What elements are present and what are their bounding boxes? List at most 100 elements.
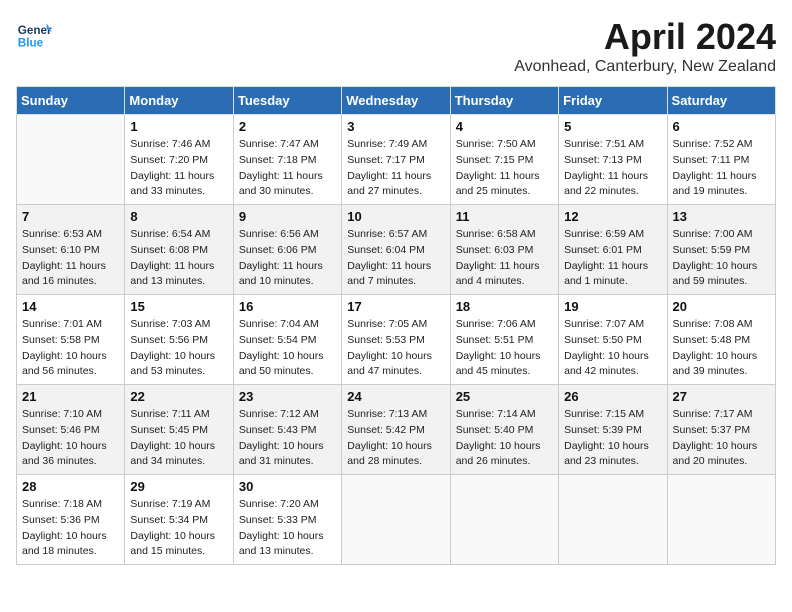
day-number: 6: [673, 119, 770, 134]
calendar-week-row: 28Sunrise: 7:18 AM Sunset: 5:36 PM Dayli…: [17, 475, 776, 565]
location-title: Avonhead, Canterbury, New Zealand: [514, 58, 776, 76]
day-number: 28: [22, 479, 119, 494]
day-number: 8: [130, 209, 227, 224]
month-title: April 2024: [514, 16, 776, 58]
day-info: Sunrise: 7:20 AM Sunset: 5:33 PM Dayligh…: [239, 497, 336, 560]
day-info: Sunrise: 7:10 AM Sunset: 5:46 PM Dayligh…: [22, 407, 119, 470]
day-info: Sunrise: 6:54 AM Sunset: 6:08 PM Dayligh…: [130, 227, 227, 290]
day-number: 16: [239, 299, 336, 314]
day-info: Sunrise: 7:50 AM Sunset: 7:15 PM Dayligh…: [456, 137, 553, 200]
day-info: Sunrise: 7:51 AM Sunset: 7:13 PM Dayligh…: [564, 137, 661, 200]
logo: General Blue: [16, 16, 52, 52]
calendar-day-cell: 1 Sunrise: 7:46 AM Sunset: 7:20 PM Daylig…: [125, 115, 233, 205]
day-number: 12: [564, 209, 661, 224]
calendar-day-cell: 16 Sunrise: 7:04 AM Sunset: 5:54 PM Dayli…: [233, 295, 341, 385]
calendar-day-cell: 18 Sunrise: 7:06 AM Sunset: 5:51 PM Dayli…: [450, 295, 558, 385]
day-number: 20: [673, 299, 770, 314]
day-number: 21: [22, 389, 119, 404]
day-number: 26: [564, 389, 661, 404]
calendar-day-cell: 29Sunrise: 7:19 AM Sunset: 5:34 PM Dayli…: [125, 475, 233, 565]
calendar-day-cell: 17Sunrise: 7:05 AM Sunset: 5:53 PM Dayli…: [342, 295, 450, 385]
logo-icon: General Blue: [16, 16, 52, 52]
day-info: Sunrise: 7:46 AM Sunset: 7:20 PM Dayligh…: [130, 137, 227, 200]
calendar-day-cell: [450, 475, 558, 565]
day-info: Sunrise: 7:14 AM Sunset: 5:40 PM Dayligh…: [456, 407, 553, 470]
day-number: 3: [347, 119, 444, 134]
title-section: April 2024 Avonhead, Canterbury, New Zea…: [514, 16, 776, 76]
day-number: 2: [239, 119, 336, 134]
calendar-week-row: 1 Sunrise: 7:46 AM Sunset: 7:20 PM Daylig…: [17, 115, 776, 205]
day-number: 22: [130, 389, 227, 404]
calendar-day-cell: 14Sunrise: 7:01 AM Sunset: 5:58 PM Dayli…: [17, 295, 125, 385]
day-number: 9: [239, 209, 336, 224]
day-info: Sunrise: 7:11 AM Sunset: 5:45 PM Dayligh…: [130, 407, 227, 470]
day-number: 15: [130, 299, 227, 314]
calendar-day-cell: 20 Sunrise: 7:08 AM Sunset: 5:48 PM Dayli…: [667, 295, 775, 385]
calendar-day-cell: 4 Sunrise: 7:50 AM Sunset: 7:15 PM Daylig…: [450, 115, 558, 205]
calendar-day-cell: 21 Sunrise: 7:10 AM Sunset: 5:46 PM Dayli…: [17, 385, 125, 475]
calendar-day-cell: 24Sunrise: 7:13 AM Sunset: 5:42 PM Dayli…: [342, 385, 450, 475]
calendar-day-cell: 27Sunrise: 7:17 AM Sunset: 5:37 PM Dayli…: [667, 385, 775, 475]
calendar-day-cell: [17, 115, 125, 205]
calendar-day-cell: 5 Sunrise: 7:51 AM Sunset: 7:13 PM Daylig…: [559, 115, 667, 205]
calendar-day-cell: 7Sunrise: 6:53 AM Sunset: 6:10 PM Daylig…: [17, 205, 125, 295]
calendar-week-row: 7Sunrise: 6:53 AM Sunset: 6:10 PM Daylig…: [17, 205, 776, 295]
calendar-day-cell: 30 Sunrise: 7:20 AM Sunset: 5:33 PM Dayli…: [233, 475, 341, 565]
calendar-day-header: Sunday: [17, 87, 125, 115]
day-info: Sunrise: 7:15 AM Sunset: 5:39 PM Dayligh…: [564, 407, 661, 470]
day-info: Sunrise: 6:57 AM Sunset: 6:04 PM Dayligh…: [347, 227, 444, 290]
day-number: 24: [347, 389, 444, 404]
day-info: Sunrise: 7:12 AM Sunset: 5:43 PM Dayligh…: [239, 407, 336, 470]
day-number: 30: [239, 479, 336, 494]
day-info: Sunrise: 7:03 AM Sunset: 5:56 PM Dayligh…: [130, 317, 227, 380]
day-info: Sunrise: 7:47 AM Sunset: 7:18 PM Dayligh…: [239, 137, 336, 200]
day-number: 11: [456, 209, 553, 224]
page-header: General Blue April 2024 Avonhead, Canter…: [16, 16, 776, 76]
calendar-day-cell: 11 Sunrise: 6:58 AM Sunset: 6:03 PM Dayli…: [450, 205, 558, 295]
svg-text:Blue: Blue: [18, 37, 44, 50]
day-info: Sunrise: 7:49 AM Sunset: 7:17 PM Dayligh…: [347, 137, 444, 200]
calendar-day-cell: 9Sunrise: 6:56 AM Sunset: 6:06 PM Daylig…: [233, 205, 341, 295]
day-info: Sunrise: 7:06 AM Sunset: 5:51 PM Dayligh…: [456, 317, 553, 380]
calendar-day-cell: 25 Sunrise: 7:14 AM Sunset: 5:40 PM Dayli…: [450, 385, 558, 475]
calendar-header-row: SundayMondayTuesdayWednesdayThursdayFrid…: [17, 87, 776, 115]
day-number: 5: [564, 119, 661, 134]
calendar-week-row: 21 Sunrise: 7:10 AM Sunset: 5:46 PM Dayli…: [17, 385, 776, 475]
day-info: Sunrise: 7:01 AM Sunset: 5:58 PM Dayligh…: [22, 317, 119, 380]
day-info: Sunrise: 7:00 AM Sunset: 5:59 PM Dayligh…: [673, 227, 770, 290]
calendar-day-header: Saturday: [667, 87, 775, 115]
calendar-day-cell: 28Sunrise: 7:18 AM Sunset: 5:36 PM Dayli…: [17, 475, 125, 565]
calendar-table: SundayMondayTuesdayWednesdayThursdayFrid…: [16, 86, 776, 565]
calendar-day-header: Friday: [559, 87, 667, 115]
calendar-day-cell: [667, 475, 775, 565]
day-number: 19: [564, 299, 661, 314]
calendar-day-header: Wednesday: [342, 87, 450, 115]
day-number: 1: [130, 119, 227, 134]
calendar-day-header: Thursday: [450, 87, 558, 115]
calendar-day-cell: 8 Sunrise: 6:54 AM Sunset: 6:08 PM Daylig…: [125, 205, 233, 295]
day-info: Sunrise: 7:07 AM Sunset: 5:50 PM Dayligh…: [564, 317, 661, 380]
day-info: Sunrise: 7:08 AM Sunset: 5:48 PM Dayligh…: [673, 317, 770, 380]
day-info: Sunrise: 6:59 AM Sunset: 6:01 PM Dayligh…: [564, 227, 661, 290]
calendar-day-header: Monday: [125, 87, 233, 115]
calendar-day-cell: [342, 475, 450, 565]
day-number: 23: [239, 389, 336, 404]
calendar-day-header: Tuesday: [233, 87, 341, 115]
day-info: Sunrise: 6:58 AM Sunset: 6:03 PM Dayligh…: [456, 227, 553, 290]
day-info: Sunrise: 7:04 AM Sunset: 5:54 PM Dayligh…: [239, 317, 336, 380]
calendar-day-cell: 22 Sunrise: 7:11 AM Sunset: 5:45 PM Dayli…: [125, 385, 233, 475]
day-number: 10: [347, 209, 444, 224]
day-number: 13: [673, 209, 770, 224]
day-info: Sunrise: 6:53 AM Sunset: 6:10 PM Dayligh…: [22, 227, 119, 290]
calendar-day-cell: 15 Sunrise: 7:03 AM Sunset: 5:56 PM Dayli…: [125, 295, 233, 385]
day-number: 29: [130, 479, 227, 494]
calendar-day-cell: [559, 475, 667, 565]
day-number: 18: [456, 299, 553, 314]
day-number: 25: [456, 389, 553, 404]
calendar-day-cell: 13 Sunrise: 7:00 AM Sunset: 5:59 PM Dayli…: [667, 205, 775, 295]
day-info: Sunrise: 7:52 AM Sunset: 7:11 PM Dayligh…: [673, 137, 770, 200]
calendar-day-cell: 3 Sunrise: 7:49 AM Sunset: 7:17 PM Daylig…: [342, 115, 450, 205]
calendar-day-cell: 2 Sunrise: 7:47 AM Sunset: 7:18 PM Daylig…: [233, 115, 341, 205]
day-number: 4: [456, 119, 553, 134]
calendar-week-row: 14Sunrise: 7:01 AM Sunset: 5:58 PM Dayli…: [17, 295, 776, 385]
